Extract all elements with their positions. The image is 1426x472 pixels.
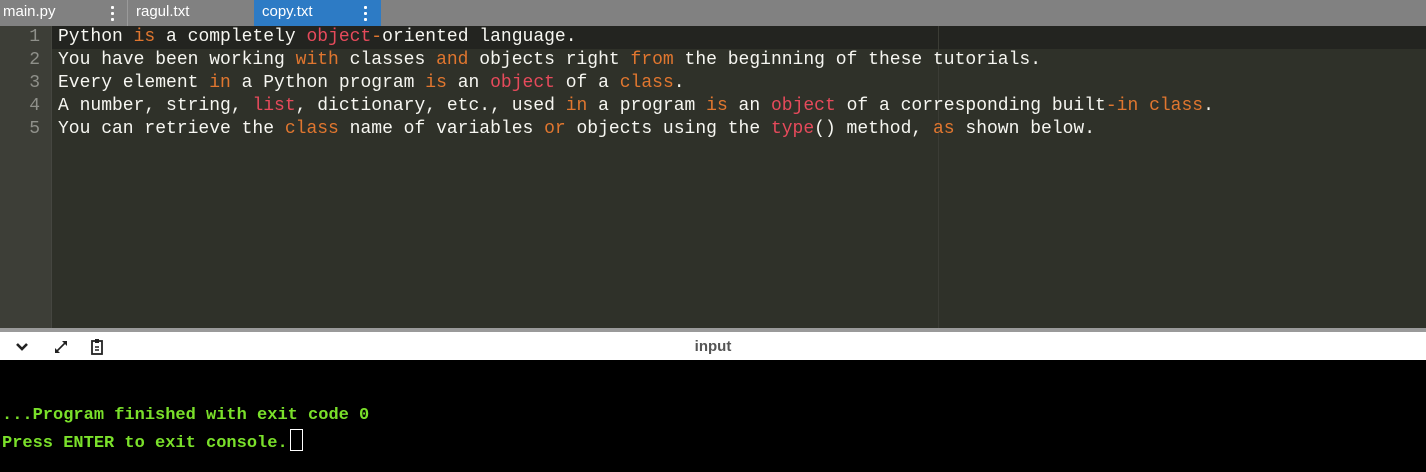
console-prompt-line: Press ENTER to exit console. bbox=[2, 429, 303, 453]
text-token: an bbox=[727, 96, 771, 116]
keyword-token: from bbox=[630, 50, 674, 70]
keyword-token: as bbox=[932, 119, 955, 139]
text-token: objects using the bbox=[565, 119, 771, 139]
text-token: of a corresponding built bbox=[835, 96, 1106, 116]
keyword-token: class bbox=[284, 119, 339, 139]
kebab-menu-icon[interactable] bbox=[358, 0, 372, 26]
text-token: You have been working bbox=[58, 50, 296, 70]
text-token: classes bbox=[338, 50, 437, 70]
keyword-token: class bbox=[619, 73, 674, 93]
builtin-token: type bbox=[770, 119, 815, 139]
text-cursor bbox=[289, 429, 303, 451]
kebab-menu-icon[interactable] bbox=[105, 0, 119, 26]
code-content[interactable]: Python is a completely object-oriented l… bbox=[58, 26, 1214, 141]
keyword-token: in bbox=[209, 73, 231, 93]
tab-copy-txt[interactable]: copy.txt bbox=[254, 0, 381, 26]
text-token: a program bbox=[587, 96, 707, 116]
keyword-token: is bbox=[706, 96, 728, 116]
line-number: 5 bbox=[29, 119, 40, 139]
code-line[interactable]: You can retrieve the class name of varia… bbox=[58, 118, 1214, 141]
builtin-token: object bbox=[770, 96, 836, 116]
line-number: 1 bbox=[29, 27, 40, 47]
tab-label: copy.txt bbox=[262, 3, 313, 20]
text-token: Python bbox=[58, 27, 134, 47]
builtin-token: object bbox=[490, 73, 555, 93]
console-prompt-text: Press ENTER to exit console. bbox=[2, 434, 288, 453]
keyword-token: is bbox=[425, 73, 447, 93]
builtin-token: object bbox=[306, 27, 372, 47]
text-token: a completely bbox=[155, 27, 307, 47]
text-token: shown below. bbox=[954, 119, 1096, 139]
code-editor[interactable]: 1 2 3 4 5 Python is a completely object-… bbox=[0, 26, 1426, 328]
code-line[interactable]: Python is a completely object-oriented l… bbox=[58, 26, 1214, 49]
keyword-token: - bbox=[371, 27, 383, 47]
text-token: , dictionary, etc., used bbox=[295, 96, 566, 116]
text-token: You can retrieve the bbox=[58, 119, 285, 139]
text-token: Every element bbox=[58, 73, 210, 93]
keyword-token: class bbox=[1149, 96, 1204, 116]
line-number-gutter: 1 2 3 4 5 bbox=[0, 26, 52, 328]
text-token: () method, bbox=[814, 119, 933, 139]
keyword-token: with bbox=[295, 50, 339, 70]
keyword-token: and bbox=[436, 50, 469, 70]
text-token: A number, string, bbox=[58, 96, 253, 116]
text-token: . bbox=[1203, 96, 1214, 116]
code-line[interactable]: Every element in a Python program is an … bbox=[58, 72, 1214, 95]
text-token: objects right bbox=[468, 50, 631, 70]
tab-bar: main.py ragul.txt copy.txt bbox=[0, 0, 1426, 26]
text-token: of a bbox=[554, 73, 620, 93]
keyword-token: or bbox=[544, 119, 566, 139]
builtin-token: list bbox=[252, 96, 296, 116]
console-exit-message: ...Program finished with exit code 0 bbox=[2, 406, 370, 425]
line-number: 3 bbox=[29, 73, 40, 93]
text-token: . bbox=[673, 73, 685, 93]
code-line[interactable]: You have been working with classes and o… bbox=[58, 49, 1214, 72]
text-token: oriented language. bbox=[382, 27, 577, 47]
console-title: input bbox=[694, 338, 732, 355]
text-token: a Python program bbox=[230, 73, 426, 93]
line-number: 2 bbox=[29, 50, 40, 70]
code-line[interactable]: A number, string, list, dictionary, etc.… bbox=[58, 95, 1214, 118]
text-token: name of variables bbox=[338, 119, 545, 139]
console-header: input bbox=[0, 328, 1426, 360]
tab-ragul-txt[interactable]: ragul.txt bbox=[110, 0, 254, 26]
line-number: 4 bbox=[29, 96, 40, 116]
keyword-token: - bbox=[1105, 96, 1117, 116]
tab-label: main.py bbox=[3, 3, 56, 20]
console-output[interactable]: ...Program finished with exit code 0 Pre… bbox=[0, 360, 1426, 472]
text-token: the beginning of these tutorials. bbox=[673, 50, 1041, 70]
tab-label: ragul.txt bbox=[136, 3, 190, 20]
text-token: an bbox=[446, 73, 491, 93]
keyword-token: in bbox=[1116, 96, 1139, 116]
keyword-token: is bbox=[133, 27, 156, 47]
keyword-token: in bbox=[565, 96, 588, 116]
